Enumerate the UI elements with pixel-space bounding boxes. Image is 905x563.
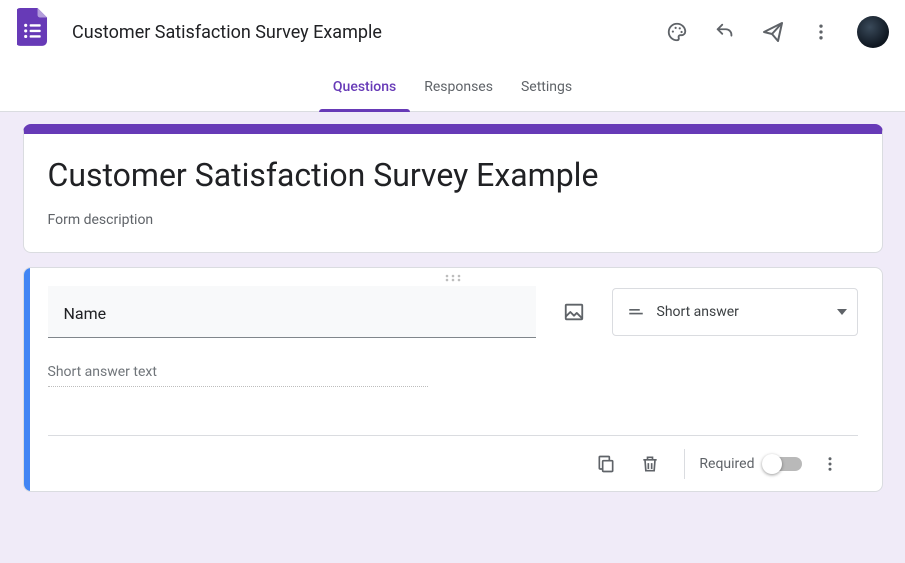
app-header: Customer Satisfaction Survey Example — [0, 0, 905, 64]
document-title[interactable]: Customer Satisfaction Survey Example — [72, 22, 382, 43]
short-answer-placeholder: Short answer text — [48, 364, 428, 387]
short-answer-icon — [627, 303, 645, 321]
add-image-button[interactable] — [554, 292, 594, 332]
send-icon — [761, 20, 785, 44]
undo-icon — [714, 21, 736, 43]
header-actions — [657, 12, 889, 52]
tab-settings[interactable]: Settings — [507, 63, 586, 111]
trash-icon — [640, 454, 660, 474]
question-type-dropdown[interactable]: Short answer — [612, 288, 858, 336]
form-header-card[interactable]: Customer Satisfaction Survey Example For… — [23, 124, 883, 253]
question-title-input[interactable] — [48, 286, 536, 338]
dropdown-caret-icon — [837, 309, 847, 315]
duplicate-button[interactable] — [586, 444, 626, 484]
form-description[interactable]: Form description — [48, 212, 858, 228]
footer-separator — [684, 449, 685, 479]
toggle-knob — [762, 454, 782, 474]
required-label: Required — [699, 456, 754, 472]
active-card-accent — [24, 268, 30, 491]
question-more-button[interactable] — [810, 444, 850, 484]
question-type-label: Short answer — [657, 304, 825, 320]
image-icon — [563, 301, 585, 323]
question-card[interactable]: Short answer Short answer text — [23, 267, 883, 492]
required-toggle[interactable] — [765, 457, 802, 471]
drag-handle-icon[interactable] — [24, 268, 882, 286]
more-button[interactable] — [801, 12, 841, 52]
tab-questions[interactable]: Questions — [319, 63, 410, 111]
forms-logo-icon[interactable] — [16, 12, 56, 52]
undo-button[interactable] — [705, 12, 745, 52]
more-vert-icon — [821, 455, 839, 473]
customize-theme-button[interactable] — [657, 12, 697, 52]
send-button[interactable] — [753, 12, 793, 52]
delete-button[interactable] — [630, 444, 670, 484]
form-title[interactable]: Customer Satisfaction Survey Example — [48, 156, 858, 194]
tabs-bar: Questions Responses Settings — [0, 64, 905, 112]
form-canvas: Customer Satisfaction Survey Example For… — [0, 112, 905, 563]
palette-icon — [666, 21, 688, 43]
copy-icon — [596, 454, 616, 474]
account-avatar[interactable] — [857, 16, 889, 48]
tab-responses[interactable]: Responses — [410, 63, 507, 111]
more-vert-icon — [811, 22, 831, 42]
question-footer: Required — [48, 435, 858, 491]
